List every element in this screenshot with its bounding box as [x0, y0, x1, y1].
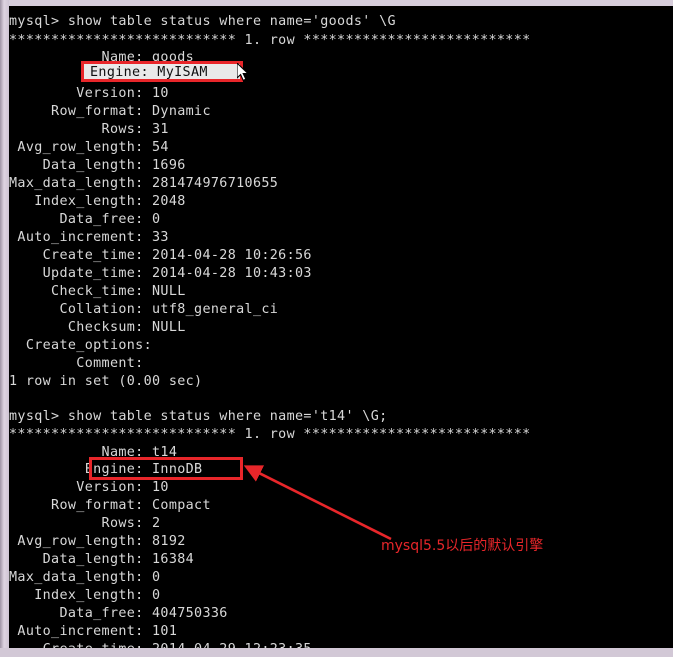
terminal-line: Data_length: 16384 [9, 552, 195, 567]
terminal-line: Max_data_length: 0 [9, 570, 161, 585]
window-frame-left-edge [0, 0, 9, 657]
terminal-line: Data_free: 404750336 [9, 606, 228, 621]
terminal-line: Data_free: 0 [9, 212, 161, 227]
terminal-line: mysql> show table status where name='t14… [9, 409, 388, 424]
annotation-caption-text: mysql5.5以后的默认引擎 [381, 538, 544, 554]
window-frame-bottom-edge [0, 648, 673, 657]
terminal-line: Avg_row_length: 8192 [9, 534, 186, 549]
terminal-line: Create_time: 2014-04-28 10:26:56 [9, 248, 312, 263]
terminal-line: Auto_increment: 101 [9, 624, 178, 639]
terminal-line: Avg_row_length: 54 [9, 140, 169, 155]
annotation-arrow-icon [239, 461, 399, 550]
terminal-line: Version: 10 [9, 86, 169, 101]
terminal-line: Check_time: NULL [9, 284, 186, 299]
terminal-line: Max_data_length: 281474976710655 [9, 176, 279, 191]
terminal-line: Version: 10 [9, 480, 169, 495]
terminal-line: Index_length: 2048 [9, 194, 186, 209]
terminal-line: Row_format: Compact [9, 498, 211, 513]
terminal-line: Create_time: 2014-04-29 12:23:35 [9, 642, 312, 648]
terminal-line: 1 row in set (0.00 sec) [9, 374, 203, 389]
terminal-line: Rows: 31 [9, 122, 169, 137]
engine-myisam-highlight-box: Engine: MyISAM [81, 61, 243, 82]
terminal-line: Create_options: [9, 338, 153, 353]
terminal-line: Engine: InnoDB [9, 462, 203, 477]
terminal-line: Collation: utf8_general_ci [9, 302, 279, 317]
terminal-line: Auto_increment: 33 [9, 230, 169, 245]
mouse-cursor-icon [236, 61, 250, 86]
terminal-line: Comment: [9, 356, 144, 371]
terminal-line: Name: t14 [9, 445, 178, 460]
terminal-output-area[interactable]: mysql> show table status where name='goo… [9, 6, 673, 648]
terminal-line: *************************** 1. row *****… [9, 427, 531, 442]
mysql-console-window: mysql> show table status where name='goo… [0, 0, 673, 657]
terminal-line: *************************** 1. row *****… [9, 33, 531, 48]
terminal-line: Index_length: 0 [9, 588, 161, 603]
terminal-line: Checksum: NULL [9, 320, 186, 335]
terminal-line: mysql> show table status where name='goo… [9, 14, 396, 29]
terminal-line: Data_length: 1696 [9, 158, 186, 173]
engine-myisam-selected-text: Engine: MyISAM [90, 65, 208, 80]
terminal-line: Row_format: Dynamic [9, 104, 211, 119]
terminal-line: Update_time: 2014-04-28 10:43:03 [9, 266, 312, 281]
terminal-line: Rows: 2 [9, 516, 161, 531]
